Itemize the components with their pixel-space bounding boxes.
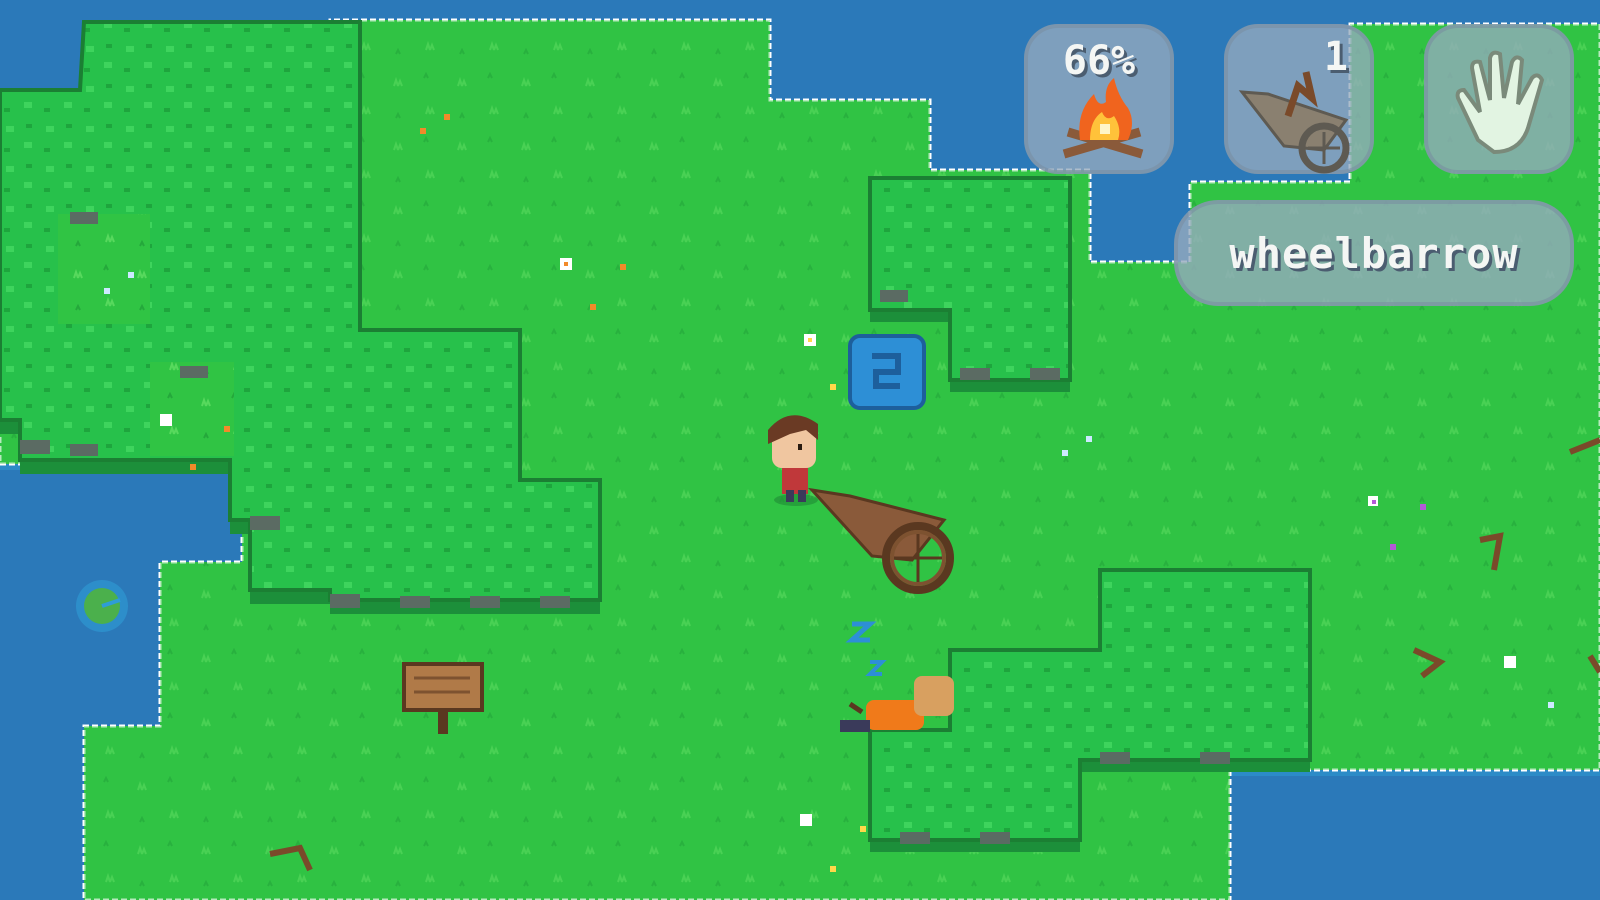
- wheelbarrow-slot[interactable]: 1: [1224, 24, 1374, 174]
- game-screen[interactable]: 66% 1 wheelbarrow: [0, 0, 1600, 900]
- lily-pad: [76, 580, 128, 632]
- wheelbarrow-count: 1: [1323, 34, 1348, 80]
- hand-slot[interactable]: [1424, 24, 1574, 174]
- wheelbarrow-icon: [1238, 71, 1350, 174]
- campfire-fuel-percent: 66%: [1062, 38, 1136, 84]
- question-mark-bubble: [848, 334, 926, 410]
- campfire-slot[interactable]: 66%: [1024, 24, 1174, 174]
- hand-icon: [1455, 50, 1545, 155]
- selected-item-label: wheelbarrow: [1174, 200, 1574, 306]
- selected-item-name: wheelbarrow: [1229, 228, 1519, 278]
